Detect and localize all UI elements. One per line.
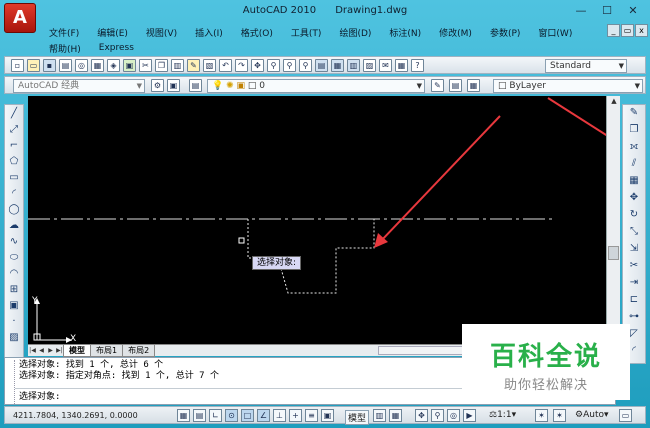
object-snap-tracking-icon[interactable]: ∠ bbox=[257, 409, 270, 422]
command-history-line-2: 选择对象: 指定对角点: 找到 1 个, 总计 7 个 bbox=[19, 371, 220, 381]
annotation-visibility-icon[interactable]: ✶ bbox=[535, 409, 548, 422]
next-tab-icon[interactable]: ▶ bbox=[46, 346, 55, 356]
cursor-coordinates[interactable]: 4211.7804, 1340.2691, 0.0000 bbox=[13, 411, 138, 420]
clean-screen-icon[interactable]: ▭ bbox=[619, 409, 632, 422]
command-prompt[interactable]: 选择对象: bbox=[19, 392, 60, 403]
dynamic-input-icon[interactable]: + bbox=[289, 409, 302, 422]
dynamic-ucs-icon[interactable]: ⊥ bbox=[273, 409, 286, 422]
ortho-mode-icon[interactable]: ∟ bbox=[209, 409, 222, 422]
grid-display-icon[interactable]: ▤ bbox=[193, 409, 206, 422]
quick-properties-icon[interactable]: ▣ bbox=[321, 409, 334, 422]
drafting-settings: ▦ ▤ ∟ ⊙ □ ∠ ⊥ + ≡ ▣ bbox=[177, 409, 337, 422]
auto-scale-icon[interactable]: ✶ bbox=[553, 409, 566, 422]
watermark-title: 百科全说 bbox=[489, 342, 602, 372]
command-history-line-1: 选择对象: 找到 1 个, 总计 6 个 bbox=[19, 360, 164, 370]
polar-tracking-icon[interactable]: ⊙ bbox=[225, 409, 238, 422]
autocad-window: AutoCAD 2010 Drawing1.dwg — ☐ ✕ A 文件(F) 编… bbox=[0, 0, 650, 428]
scroll-up-icon[interactable]: ▲ bbox=[607, 97, 621, 109]
model-space-toggle[interactable]: 模型 bbox=[345, 410, 370, 425]
pan-status-icon[interactable]: ✥ bbox=[415, 409, 428, 422]
prev-tab-icon[interactable]: ◀ bbox=[37, 346, 46, 356]
zoom-status-icon[interactable]: ⚲ bbox=[431, 409, 444, 422]
watermark-subtitle: 助你轻松解决 bbox=[503, 378, 588, 393]
tab-model[interactable]: 模型 bbox=[63, 344, 91, 357]
first-tab-icon[interactable]: |◀ bbox=[28, 346, 37, 356]
steering-wheel-icon[interactable]: ◎ bbox=[447, 409, 460, 422]
quick-view-layouts-icon[interactable]: ▥ bbox=[373, 409, 386, 422]
status-bar: 4211.7804, 1340.2691, 0.0000 ▦ ▤ ∟ ⊙ □ ∠… bbox=[4, 406, 646, 425]
workspace-switching[interactable]: ⚙Auto▾ bbox=[575, 410, 609, 420]
showmotion-icon[interactable]: ▶ bbox=[463, 409, 476, 422]
scroll-thumb[interactable] bbox=[608, 246, 619, 260]
tab-layout1[interactable]: 布局1 bbox=[90, 344, 124, 357]
object-snap-icon[interactable]: □ bbox=[241, 409, 254, 422]
gear-icon: ⚙ bbox=[575, 410, 584, 420]
annotation-scale-icon: ⚖ bbox=[489, 410, 498, 420]
command-window-grip[interactable] bbox=[7, 360, 15, 404]
lineweight-icon[interactable]: ≡ bbox=[305, 409, 318, 422]
quick-view-drawings-icon[interactable]: ▦ bbox=[389, 409, 402, 422]
vertical-scrollbar[interactable]: ▲ ▼ bbox=[606, 96, 620, 354]
snap-mode-icon[interactable]: ▦ bbox=[177, 409, 190, 422]
tab-layout2[interactable]: 布局2 bbox=[122, 344, 156, 357]
watermark: 百科全说 助你轻松解决 bbox=[462, 324, 630, 400]
annotation-arrow-2-line bbox=[547, 97, 615, 141]
annotation-scale[interactable]: ⚖1:1▾ bbox=[489, 410, 516, 420]
